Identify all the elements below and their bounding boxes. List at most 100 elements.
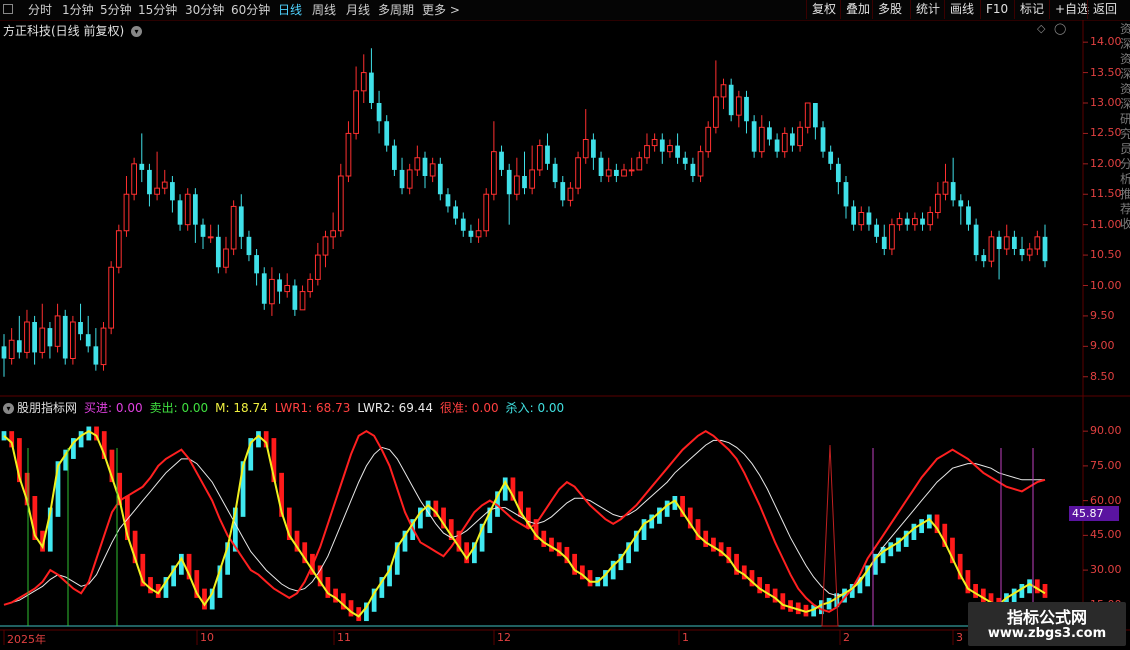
candle-body bbox=[384, 121, 390, 146]
candle-body bbox=[284, 285, 291, 293]
candle bbox=[545, 133, 550, 170]
candle bbox=[284, 273, 291, 298]
candle bbox=[506, 163, 512, 225]
candle bbox=[644, 133, 650, 164]
candle bbox=[591, 133, 596, 170]
chevron-down-icon[interactable]: ▾ bbox=[131, 26, 143, 37]
indicator-chevron-icon[interactable]: ▾ bbox=[3, 403, 14, 414]
candle-body bbox=[720, 84, 727, 98]
candle bbox=[758, 115, 765, 158]
candle bbox=[345, 121, 352, 183]
candle bbox=[636, 151, 643, 171]
candle-body bbox=[513, 175, 520, 195]
y-label-ind-3: 45.00 bbox=[1090, 528, 1122, 542]
candle-body bbox=[934, 193, 941, 213]
candle-body bbox=[545, 145, 550, 164]
candle-body bbox=[475, 230, 482, 238]
candle-body bbox=[942, 181, 949, 195]
candle bbox=[238, 194, 244, 249]
x-label-5: 2 bbox=[843, 631, 850, 644]
candle bbox=[499, 145, 504, 176]
indicator-bar bbox=[1034, 579, 1040, 594]
candle bbox=[973, 218, 979, 262]
candle bbox=[292, 279, 298, 316]
y-label-main-10: 9.00 bbox=[1090, 339, 1115, 353]
candle-body bbox=[881, 236, 887, 249]
candle bbox=[744, 90, 749, 134]
candle bbox=[529, 145, 536, 195]
candle bbox=[605, 157, 612, 183]
candle-body bbox=[314, 254, 321, 280]
candle-body bbox=[506, 169, 512, 195]
candle-body bbox=[277, 279, 282, 292]
y-label-main-6: 11.00 bbox=[1090, 217, 1122, 231]
y-label-main-4: 12.00 bbox=[1090, 156, 1122, 170]
indicator-value-0: 买进: 0.00 bbox=[84, 401, 143, 415]
candle bbox=[54, 303, 61, 353]
candle bbox=[598, 151, 604, 183]
candle bbox=[797, 121, 803, 152]
candle-body bbox=[675, 145, 680, 158]
candle-body bbox=[123, 193, 130, 232]
candle bbox=[32, 315, 37, 365]
candle-body bbox=[184, 193, 191, 226]
indicator-bar bbox=[1011, 588, 1017, 603]
candle-body bbox=[912, 218, 918, 226]
candle bbox=[950, 157, 956, 207]
candle-body bbox=[322, 236, 329, 256]
candle bbox=[552, 157, 558, 189]
candle bbox=[1012, 230, 1017, 256]
candle-body bbox=[705, 126, 712, 153]
candle-body bbox=[866, 212, 872, 225]
candle bbox=[277, 273, 282, 304]
candle-body bbox=[422, 157, 428, 176]
indicator-bar bbox=[765, 584, 770, 598]
indicator-bar bbox=[86, 426, 92, 441]
indicator-value-3: LWR1: 68.73 bbox=[274, 401, 351, 415]
candle bbox=[889, 218, 895, 256]
candle bbox=[154, 151, 160, 201]
candle bbox=[712, 60, 719, 134]
x-label-3: 12 bbox=[497, 631, 511, 644]
candle bbox=[353, 66, 359, 140]
candle bbox=[207, 224, 214, 243]
candle bbox=[621, 163, 627, 177]
candle-body bbox=[966, 206, 971, 225]
diamond-icon[interactable]: ◇ bbox=[1037, 22, 1045, 35]
candle-body bbox=[24, 321, 30, 353]
candle-body bbox=[744, 96, 749, 122]
candle-body bbox=[491, 151, 497, 195]
candle-body bbox=[499, 151, 504, 170]
candle bbox=[170, 176, 175, 213]
indicator-bar bbox=[973, 584, 978, 598]
y-label-ind-4: 30.00 bbox=[1090, 563, 1122, 577]
price-chart[interactable] bbox=[0, 0, 1130, 650]
candle-body bbox=[230, 205, 237, 250]
candle-body bbox=[369, 72, 374, 103]
candle-body bbox=[851, 206, 857, 225]
candle bbox=[790, 127, 795, 152]
stock-title: 方正科技(日线 前复权) bbox=[3, 24, 125, 38]
candle-body bbox=[728, 84, 734, 116]
y-label-main-7: 10.50 bbox=[1090, 248, 1122, 262]
indicator-name: 股朋指标网 bbox=[17, 401, 78, 415]
candle bbox=[966, 200, 971, 231]
candle-body bbox=[399, 169, 405, 189]
candle-body bbox=[1003, 236, 1010, 250]
circle-icon[interactable]: ◯ bbox=[1054, 22, 1066, 35]
candle-body bbox=[292, 285, 298, 310]
candle bbox=[460, 212, 466, 237]
candle-body bbox=[874, 224, 879, 237]
candle-body bbox=[429, 163, 436, 177]
candle bbox=[215, 224, 221, 274]
candle bbox=[39, 303, 46, 359]
candle bbox=[192, 188, 198, 243]
candle-body bbox=[644, 145, 650, 159]
candle-body bbox=[920, 218, 925, 225]
indicator-bar bbox=[1, 431, 7, 441]
candle bbox=[1019, 236, 1025, 262]
candle-body bbox=[522, 176, 527, 189]
candle bbox=[147, 163, 152, 207]
candle-body bbox=[682, 157, 688, 164]
candle-body bbox=[621, 169, 627, 177]
